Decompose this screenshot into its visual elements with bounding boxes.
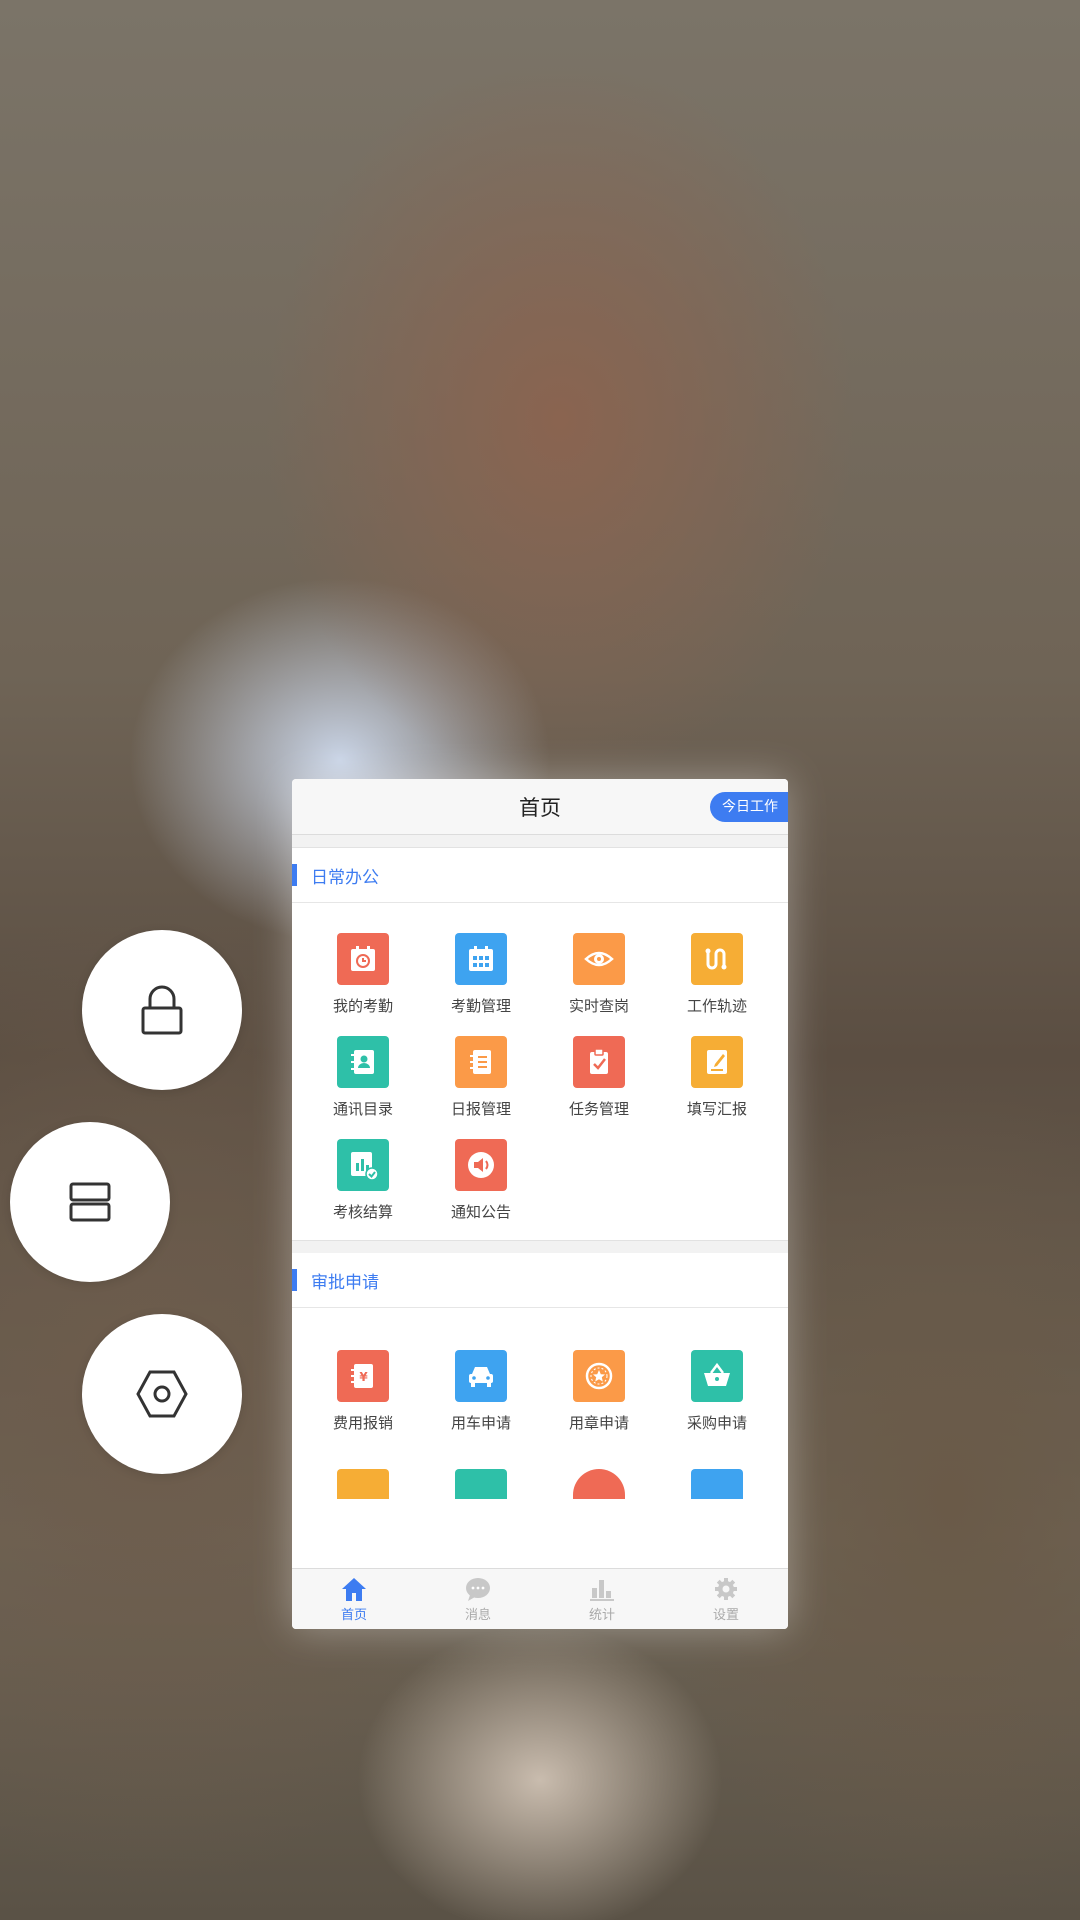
- header: 首页 今日工作: [292, 779, 788, 835]
- grid-item-label: 通知公告: [450, 1203, 511, 1221]
- lock-icon: [141, 985, 183, 1035]
- grid-item-expense[interactable]: ¥ 费用报销: [304, 1350, 422, 1433]
- shopping-basket-icon: [691, 1350, 743, 1402]
- grid-item-announcement[interactable]: 通知公告: [422, 1139, 540, 1222]
- split-screen-icon: [69, 1182, 111, 1222]
- grid-item-daily-report[interactable]: 日报管理: [422, 1036, 540, 1119]
- attendance-clock-icon: [337, 933, 389, 985]
- tab-statistics[interactable]: 统计: [540, 1569, 664, 1629]
- approval-grid: ¥ 费用报销 用车申请 用章申请 采购申请: [292, 1308, 788, 1469]
- grid-item-seal-request[interactable]: 用章申请: [540, 1350, 658, 1433]
- split-screen-button[interactable]: [10, 1122, 170, 1282]
- section-header-daily-office: 日常办公: [292, 848, 788, 903]
- grid-item-label: 通讯目录: [332, 1100, 393, 1118]
- track-path-icon: [691, 933, 743, 985]
- section-title: 日常办公: [311, 867, 379, 888]
- grid-item-label: 日报管理: [450, 1100, 511, 1118]
- car-icon: [455, 1350, 507, 1402]
- grid-item-attendance-management[interactable]: 考勤管理: [422, 933, 540, 1016]
- calendar-grid-icon: [455, 933, 507, 985]
- grid-item-label: 考勤管理: [450, 997, 511, 1015]
- today-work-button[interactable]: 今日工作: [710, 792, 788, 822]
- gear-icon: [715, 1577, 737, 1600]
- clipboard-check-icon: [573, 1036, 625, 1088]
- grid-item-label: 实时查岗: [568, 997, 629, 1015]
- grid-item-write-report[interactable]: 填写汇报: [658, 1036, 776, 1119]
- bottom-tab-bar: 首页 消息 统计 设置: [292, 1568, 788, 1629]
- grid-item-label: 任务管理: [568, 1100, 629, 1118]
- grid-item-task-management[interactable]: 任务管理: [540, 1036, 658, 1119]
- grid-item-assessment[interactable]: 考核结算: [304, 1139, 422, 1222]
- grid-item-label: 用章申请: [568, 1414, 629, 1432]
- eye-icon: [573, 933, 625, 985]
- tab-label: 消息: [464, 1607, 491, 1623]
- notebook-icon: [455, 1036, 507, 1088]
- lock-button[interactable]: [82, 930, 242, 1090]
- grid-item-label: 考核结算: [332, 1203, 393, 1221]
- settings-button[interactable]: [82, 1314, 242, 1474]
- page-title: 首页: [519, 795, 561, 820]
- grid-item-label: 填写汇报: [686, 1100, 747, 1118]
- seal-star-icon: [573, 1350, 625, 1402]
- svg-text:¥: ¥: [359, 1370, 368, 1384]
- daily-office-grid: 我的考勤 考勤管理 实时查岗 工作轨迹 通讯目录 日报管理 任务管理 填写汇报 …: [292, 903, 788, 1240]
- grid-item-partial[interactable]: [658, 1469, 776, 1499]
- grid-item-partial[interactable]: [304, 1469, 422, 1499]
- tab-settings[interactable]: 设置: [664, 1569, 788, 1629]
- grid-item-label: 用车申请: [450, 1414, 511, 1432]
- grid-item-car-request[interactable]: 用车申请: [422, 1350, 540, 1433]
- divider: [292, 835, 788, 848]
- tab-label: 首页: [340, 1607, 367, 1623]
- home-icon: [342, 1577, 366, 1601]
- section-header-approval: 审批申请: [292, 1253, 788, 1308]
- grid-item-label: 我的考勤: [332, 997, 393, 1015]
- grid-item-label: 费用报销: [332, 1414, 393, 1432]
- expense-yen-icon: ¥: [337, 1350, 389, 1402]
- section-title: 审批申请: [311, 1272, 379, 1293]
- document-icon: [455, 1469, 507, 1499]
- grid-item-partial[interactable]: [540, 1469, 658, 1499]
- layout-icon: [691, 1469, 743, 1499]
- grid-item-label: 采购申请: [686, 1414, 747, 1432]
- tab-messages[interactable]: 消息: [416, 1569, 540, 1629]
- grid-item-realtime-check[interactable]: 实时查岗: [540, 933, 658, 1016]
- app-window[interactable]: 首页 今日工作 日常办公 我的考勤 考勤管理 实时查岗 工作轨迹 通讯目录 日报…: [292, 779, 788, 1629]
- grid-item-purchase-request[interactable]: 采购申请: [658, 1350, 776, 1433]
- tab-label: 设置: [712, 1607, 739, 1623]
- approval-grid-next-row: [292, 1469, 788, 1499]
- contacts-book-icon: [337, 1036, 389, 1088]
- tab-label: 统计: [588, 1607, 615, 1623]
- section-divider: [292, 1240, 788, 1253]
- edit-document-icon: [691, 1036, 743, 1088]
- grid-item-partial[interactable]: [422, 1469, 540, 1499]
- grid-item-my-attendance[interactable]: 我的考勤: [304, 933, 422, 1016]
- section-accent-bar: [292, 1269, 297, 1291]
- grid-item-contacts[interactable]: 通讯目录: [304, 1036, 422, 1119]
- chart-check-icon: [337, 1139, 389, 1191]
- settings-hex-icon: [136, 1370, 188, 1418]
- chat-bubble-icon: [466, 1577, 490, 1601]
- speaker-icon: [455, 1139, 507, 1191]
- bar-chart-icon: [590, 1579, 614, 1601]
- tab-home[interactable]: 首页: [292, 1569, 416, 1629]
- section-accent-bar: [292, 864, 297, 886]
- form-icon: [337, 1469, 389, 1499]
- circle-badge-icon: [573, 1469, 625, 1499]
- grid-item-label: 工作轨迹: [686, 997, 747, 1015]
- grid-item-work-track[interactable]: 工作轨迹: [658, 933, 776, 1016]
